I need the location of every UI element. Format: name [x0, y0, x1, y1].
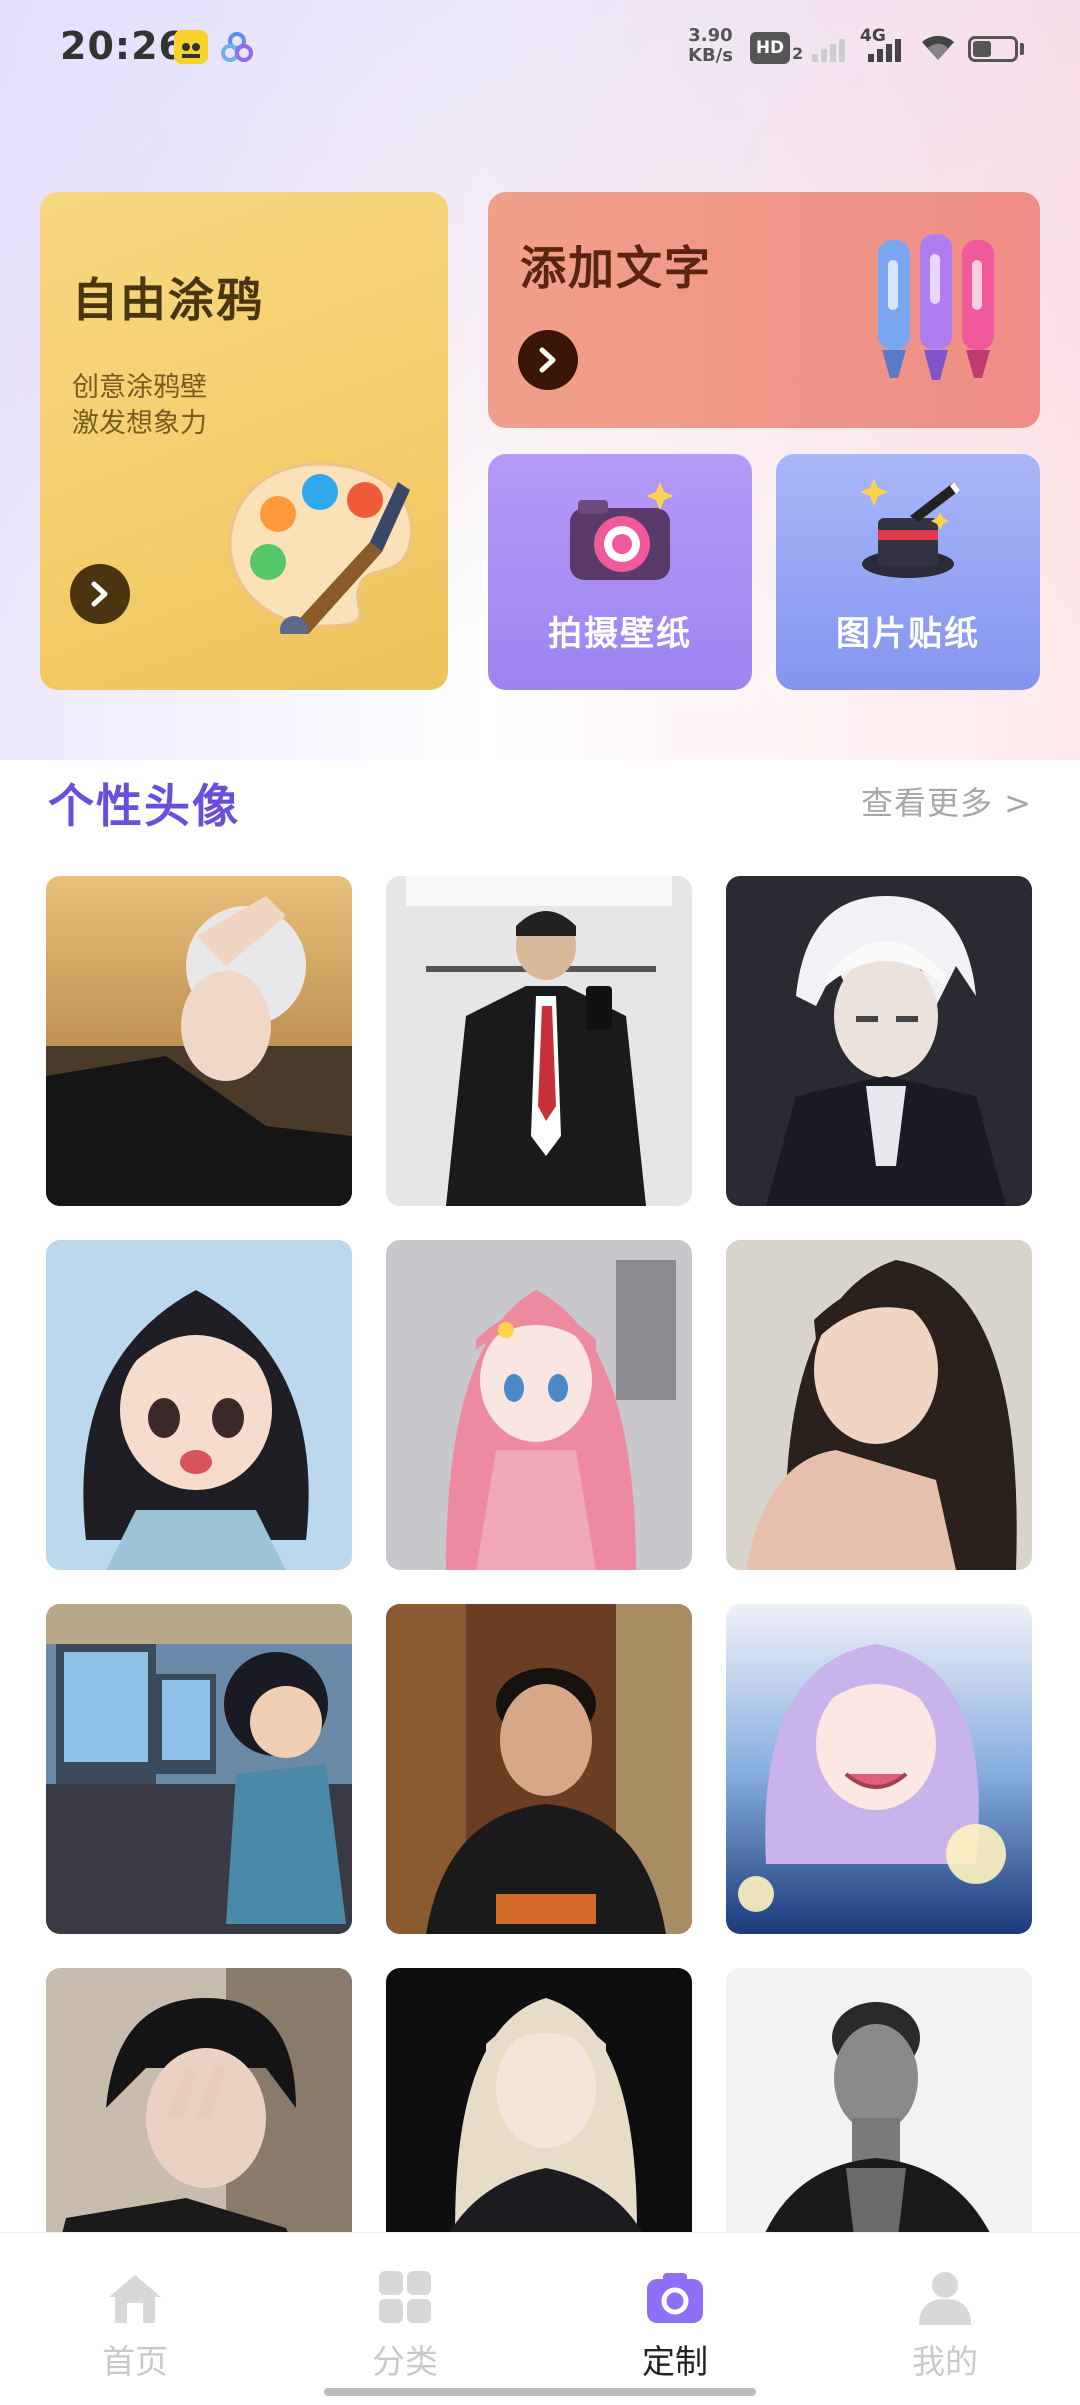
status-time: 20:26 [60, 24, 186, 68]
nav-item-category[interactable]: 分类 [270, 2233, 540, 2383]
battery-level [973, 41, 991, 57]
nav-label-profile: 我的 [912, 2342, 978, 2381]
nav-item-home[interactable]: 首页 [0, 2233, 270, 2383]
app-notification-icon [174, 30, 208, 64]
markers-icon [878, 234, 994, 380]
camera-icon [647, 2273, 703, 2323]
add-text-title: 添加文字 [520, 241, 712, 295]
network-speed: 3.90 KB/s [688, 26, 733, 66]
avatar-anime-boy-computer[interactable] [46, 1604, 352, 1934]
hd-voice-icon: HD [750, 32, 790, 64]
network-speed-value: 3.90 [688, 25, 733, 46]
network-speed-unit: KB/s [688, 45, 733, 66]
avatar-boy-portrait[interactable] [386, 1604, 692, 1934]
magic-hat-icon [860, 478, 960, 578]
camera-icon [570, 482, 674, 580]
chevron-right-icon [91, 581, 108, 607]
photo-wallpaper-card[interactable]: 拍摄壁纸 [488, 454, 752, 690]
nav-label-category: 分类 [372, 2342, 438, 2381]
nav-label-customize: 定制 [642, 2342, 708, 2381]
doodle-subtitle: 创意涂鸦壁 激发想象力 [72, 370, 207, 442]
avatar-white-hair-sunset[interactable] [46, 876, 352, 1206]
palette-icon [228, 462, 413, 634]
image-sticker-label: 图片贴纸 [836, 614, 980, 654]
avatar-girl-portrait[interactable] [726, 1240, 1032, 1570]
bottom-navigation: 首页 分类 定制 我的 [0, 2232, 1080, 2405]
battery-icon [968, 36, 1018, 62]
free-doodle-card[interactable]: 自由涂鸦 创意涂鸦壁 激发想象力 [40, 192, 448, 690]
nav-item-profile[interactable]: 我的 [810, 2233, 1080, 2383]
avatar-anime-black-hair-girl[interactable] [46, 1240, 352, 1570]
app-cloud-icon [220, 30, 254, 64]
see-more-link[interactable]: 查看更多 > [861, 778, 1032, 824]
nav-label-home: 首页 [102, 2342, 168, 2381]
signal-sim1-icon [810, 32, 850, 64]
avatar-mirror-selfie-suit[interactable] [386, 876, 692, 1206]
doodle-title: 自由涂鸦 [72, 273, 264, 327]
status-bar: 20:26 3.90 KB/s HD 2 4G [0, 0, 1080, 96]
wifi-icon [918, 30, 958, 64]
hd-sim-index: 2 [792, 44, 804, 63]
grid-icon [379, 2271, 431, 2323]
section-title: 个性头像 [48, 779, 240, 833]
signal-sim2-icon [866, 32, 906, 64]
add-text-arrow-button[interactable] [518, 330, 578, 390]
home-indicator[interactable] [324, 2388, 756, 2396]
photo-wallpaper-label: 拍摄壁纸 [548, 614, 692, 654]
battery-tip [1020, 43, 1024, 55]
avatar-anime-purple-hair-girl[interactable] [726, 1604, 1032, 1934]
chevron-right-icon [539, 347, 556, 373]
profile-icon [919, 2272, 971, 2325]
avatar-anime-white-hair-boy[interactable] [726, 876, 1032, 1206]
image-sticker-card[interactable]: 图片贴纸 [776, 454, 1040, 690]
doodle-subtitle-line1: 创意涂鸦壁 [72, 372, 207, 403]
add-text-card[interactable]: 添加文字 [488, 192, 1040, 428]
nav-item-customize[interactable]: 定制 [540, 2233, 810, 2383]
doodle-arrow-button[interactable] [70, 564, 130, 624]
home-icon [109, 2275, 161, 2323]
avatar-anime-pink-hair-girl[interactable] [386, 1240, 692, 1570]
doodle-subtitle-line2: 激发想象力 [72, 408, 207, 439]
